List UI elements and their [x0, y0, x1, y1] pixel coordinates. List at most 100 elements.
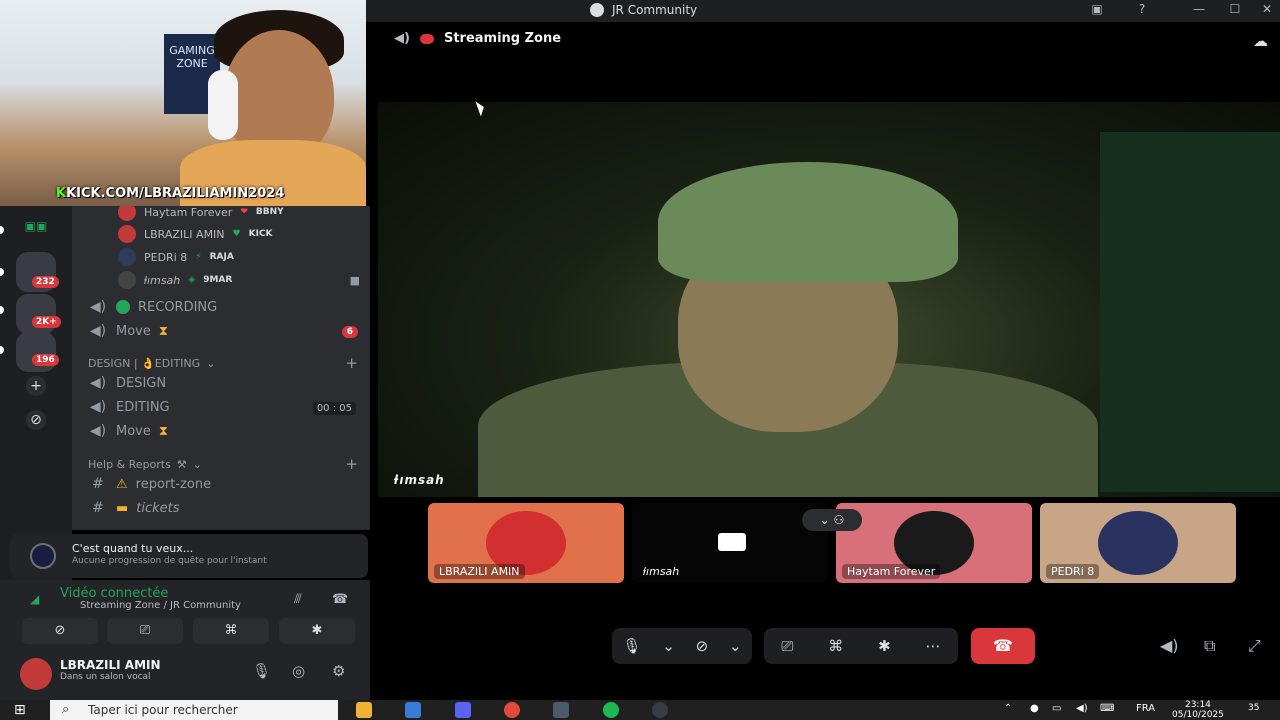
hang-up-button[interactable]: ☎ [971, 628, 1035, 664]
close-button[interactable]: ✕ [1252, 2, 1280, 16]
spotify-icon[interactable] [603, 702, 619, 718]
participant-avatar [1098, 511, 1178, 575]
member-name: Haytam Forever [144, 206, 233, 219]
participant-tile[interactable]: LBRAZILI AMIN [428, 503, 624, 583]
more-icon[interactable]: ⋯ [926, 637, 941, 655]
app-icon[interactable] [553, 702, 569, 718]
voice-member[interactable]: LBRAZILI AMIN ♥ KICK [118, 224, 273, 244]
main-video-feed[interactable] [378, 102, 1280, 497]
camera-off-button[interactable]: ⊘ [22, 618, 98, 644]
voice-member[interactable]: Haytam Forever ❤ BBNY [118, 206, 284, 222]
screen-share-button[interactable]: ⎚ [107, 618, 183, 644]
inbox-icon[interactable]: ▣ [1082, 2, 1112, 16]
user-avatar[interactable] [20, 658, 52, 690]
add-channel-icon[interactable]: + [345, 354, 358, 372]
participant-tile[interactable]: Haytam Forever [836, 503, 1032, 583]
activity-icon[interactable]: ⌘ [828, 637, 843, 655]
participant-name: PEDRi 8 [1046, 564, 1100, 579]
quest-panel[interactable]: C'est quand tu veux... Aucune progressio… [10, 534, 368, 578]
voice-channel-move[interactable]: ◀) Move ⧗ [88, 320, 168, 342]
tray-volume-icon[interactable]: ◀) [1076, 703, 1088, 714]
server-folder-3[interactable] [16, 332, 56, 372]
member-name: ƚımsah [144, 273, 181, 287]
live-dot-icon [419, 33, 434, 44]
kick-server-icon[interactable]: ▣▣ [16, 212, 56, 240]
add-server-icon[interactable]: + [26, 376, 46, 396]
tools-icon: ⚒ [176, 458, 187, 471]
help-icon[interactable]: ? [1127, 2, 1157, 16]
app-icon-2[interactable] [652, 702, 668, 718]
user-name[interactable]: LBRAZILI AMIN [60, 658, 161, 672]
minimize-button[interactable]: — [1184, 2, 1214, 16]
volume-icon[interactable]: ◀) [1160, 636, 1179, 655]
chrome-icon[interactable] [504, 702, 520, 718]
voice-channel-recording[interactable]: ◀) RECORDING [88, 296, 217, 318]
tray-chevron-icon[interactable]: ⌃ [1004, 703, 1012, 714]
settings-gear-icon[interactable]: ⚙ [332, 662, 345, 680]
search-placeholder: Taper ici pour rechercher [88, 703, 238, 717]
store-icon[interactable] [405, 702, 421, 718]
gem-icon: ◈ [188, 275, 196, 285]
tray-language[interactable]: FRA [1136, 703, 1155, 714]
participant-tile[interactable]: PEDRi 8 [1040, 503, 1236, 583]
notification-count[interactable]: 35 [1248, 703, 1259, 713]
tray-clock[interactable]: 23:14 05/10/2025 [1172, 700, 1224, 720]
fullscreen-icon[interactable]: ⤢ [1248, 636, 1261, 656]
voice-channel-editing[interactable]: ◀) EDITING [88, 396, 170, 418]
voice-channel-design[interactable]: ◀) DESIGN [88, 372, 166, 394]
voice-status[interactable]: Vidéo connectée [60, 586, 168, 601]
voice-channel-move-2[interactable]: ◀) Move ⧗ [88, 420, 168, 442]
tray-mic-icon[interactable]: ● [1030, 703, 1039, 714]
server-pip [0, 346, 4, 354]
screen-share-icon[interactable]: ⎚ [781, 637, 793, 655]
text-channel-report-zone[interactable]: # ⚠ report-zone [88, 473, 211, 495]
text-channel-tickets[interactable]: # ▬ tickets [88, 497, 179, 519]
file-explorer-icon[interactable] [356, 702, 372, 718]
avatar [118, 271, 136, 289]
participant-tile[interactable]: ƚımsah [632, 503, 828, 583]
kick-overlay-text: KKICK.COM/LBRAZILIAMIN2024 [56, 186, 285, 201]
chevron-down-icon: ⌄ [206, 357, 216, 370]
media-controls-group: 🎙 ⌄ ⊘ ⌄ [612, 628, 752, 664]
discover-icon[interactable]: ⊘ [26, 410, 46, 430]
clock-time: 23:14 [1184, 700, 1211, 710]
taskbar-search[interactable]: ⌕ Taper ici pour rechercher [50, 700, 338, 720]
activity-button[interactable]: ⌘ [193, 618, 269, 644]
soundboard-button[interactable]: ✱ [279, 618, 355, 644]
collapse-participants-button[interactable]: ⌄ ⚇ [802, 509, 862, 531]
soundboard-icon[interactable]: ✱ [878, 637, 891, 655]
voice-member[interactable]: ƚımsah ◈ 9MAR [118, 270, 232, 290]
disconnect-icon[interactable]: ☎ [332, 592, 348, 607]
category-design[interactable]: DESIGN | 👌EDITING ⌄ [88, 357, 215, 370]
chevron-down-icon[interactable]: ⌄ [662, 637, 675, 655]
streamer-webcam-overlay: GAMING ZONE KKICK.COM/LBRAZILIAMIN2024 [0, 0, 366, 206]
heart-icon: ❤ [240, 207, 248, 217]
voice-member[interactable]: PEDRi 8 ⚡ RAJA [118, 247, 234, 267]
windows-start-icon[interactable]: ⊞ [14, 702, 26, 718]
signal-icon: ◢ [30, 592, 40, 606]
maximize-button[interactable]: ☐ [1220, 2, 1250, 16]
microphone-icon[interactable]: 🎙 [622, 637, 641, 655]
tray-keyboard-icon[interactable]: ⌨ [1100, 703, 1114, 714]
noise-suppression-icon[interactable]: ⫻ [294, 592, 302, 607]
tray-network-icon[interactable]: ▭ [1052, 703, 1061, 714]
participant-name: Haytam Forever [842, 564, 941, 579]
unread-badge: 2K+ [32, 316, 61, 328]
voice-location[interactable]: Streaming Zone / JR Community [80, 600, 241, 611]
channel-name: RECORDING [138, 299, 218, 315]
microphone-icon[interactable]: 🎙 [252, 662, 271, 680]
headset-icon[interactable]: ◎ [292, 662, 305, 680]
pop-out-icon[interactable]: ⧉ [1204, 636, 1215, 656]
chat-icon[interactable]: ☁ [1253, 32, 1268, 50]
chevron-down-icon[interactable]: ⌄ [729, 637, 742, 655]
server-folder-2[interactable] [16, 294, 56, 334]
background-wall [1100, 132, 1280, 492]
search-icon: ⌕ [62, 702, 70, 717]
speaker-icon: ◀) [89, 423, 107, 439]
user-status: Dans un salon vocal [60, 672, 151, 682]
category-help[interactable]: Help & Reports ⚒ ⌄ [88, 458, 202, 471]
member-tag: KICK [248, 229, 273, 239]
camera-off-icon[interactable]: ⊘ [696, 637, 709, 655]
add-channel-icon[interactable]: + [345, 455, 358, 473]
discord-taskbar-icon[interactable] [455, 702, 471, 718]
